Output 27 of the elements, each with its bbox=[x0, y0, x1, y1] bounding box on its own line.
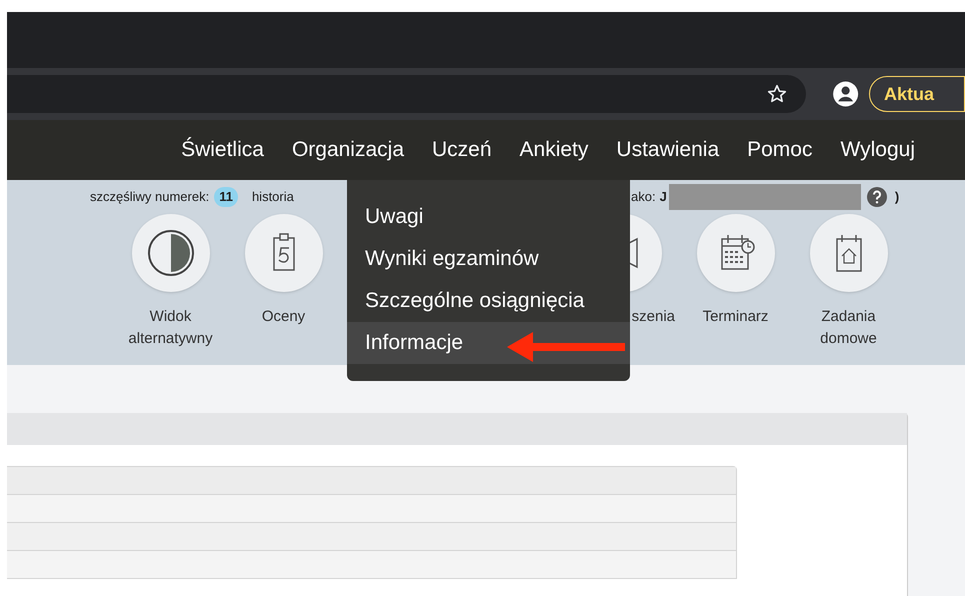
lucky-number-badge: 11 bbox=[214, 187, 238, 207]
logged-in-label: ako: bbox=[631, 188, 656, 206]
nav-link[interactable]: Świetlica bbox=[181, 134, 264, 166]
menu-item[interactable]: Wyniki egzaminów bbox=[347, 238, 630, 280]
user-name: J bbox=[660, 188, 667, 206]
arrow-icon bbox=[507, 332, 625, 362]
update-button[interactable]: Aktua bbox=[868, 76, 965, 112]
nav-link[interactable]: Organizacja bbox=[292, 134, 404, 166]
help-icon[interactable] bbox=[866, 187, 887, 207]
nav-link[interactable]: Ustawienia bbox=[616, 134, 720, 166]
nav-link[interactable]: Wyloguj bbox=[840, 134, 915, 166]
tile-label[interactable]: Widok alternatywny bbox=[114, 306, 227, 350]
profile-icon[interactable] bbox=[832, 80, 859, 108]
nav-link[interactable]: Uczeń bbox=[432, 134, 492, 166]
nav-link[interactable]: Ankiety bbox=[520, 134, 588, 166]
tile-label[interactable]: szenia bbox=[632, 306, 675, 328]
nav-link[interactable]: Pomoc bbox=[747, 134, 812, 166]
star-icon[interactable] bbox=[766, 83, 788, 105]
menu-item[interactable]: Szczególne osiągnięcia bbox=[347, 280, 630, 322]
login-history-link[interactable]: historia bbox=[252, 187, 294, 207]
close-paren: ) bbox=[894, 188, 900, 206]
tile-label[interactable]: Oceny bbox=[262, 306, 306, 328]
lucky-number-label: szczęśliwy numerek: bbox=[90, 188, 210, 206]
menu-item[interactable]: Informacje bbox=[347, 322, 630, 364]
menu-item[interactable]: Uwagi bbox=[347, 196, 630, 238]
tile-label[interactable]: Terminarz bbox=[702, 306, 768, 328]
tile-label[interactable]: Zadania domowe bbox=[792, 306, 905, 350]
